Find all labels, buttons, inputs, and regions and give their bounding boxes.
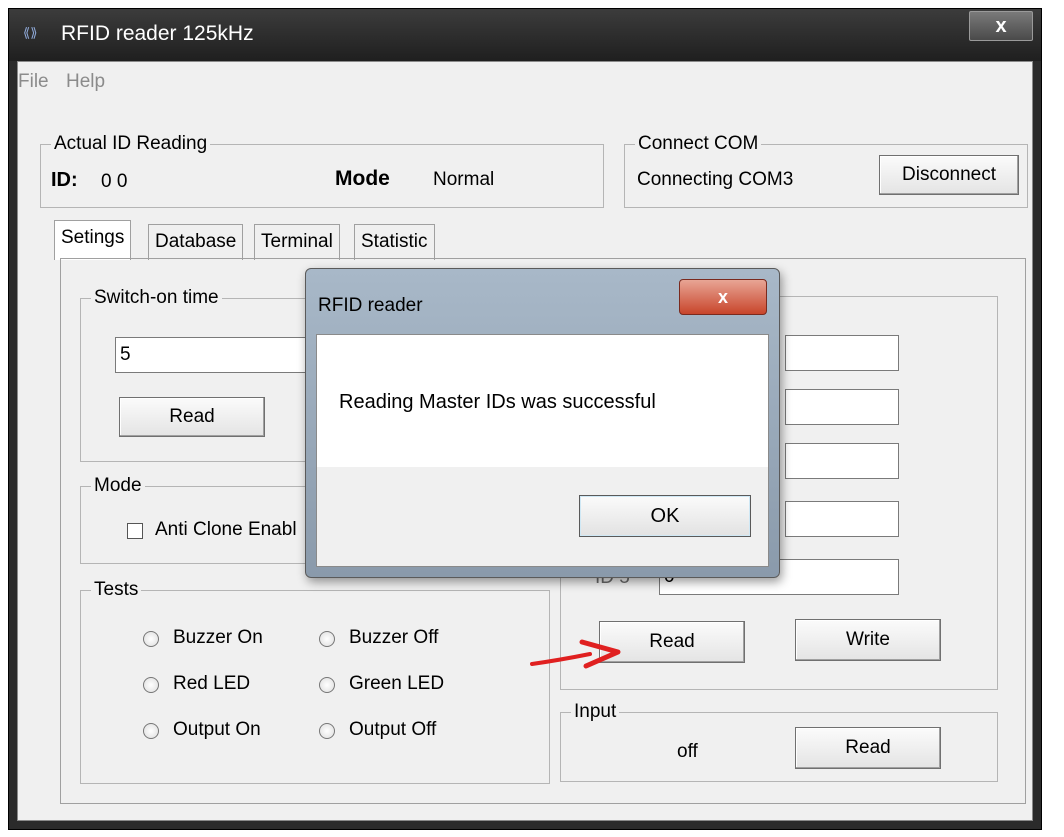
id-value: 0 0 bbox=[101, 171, 128, 192]
master-id-4-field[interactable] bbox=[785, 501, 899, 537]
mode-value: Normal bbox=[433, 169, 495, 190]
id-label: ID: bbox=[51, 169, 78, 191]
tab-database[interactable]: Database bbox=[148, 224, 244, 260]
dialog-close-button[interactable]: x bbox=[679, 279, 767, 315]
actual-id-group: Actual ID Reading ID: 0 0 Mode Normal bbox=[40, 133, 604, 208]
radio-red-led-label: Red LED bbox=[173, 673, 251, 694]
tab-setings[interactable]: Setings bbox=[54, 220, 132, 260]
tests-group-label: Tests bbox=[91, 579, 142, 601]
dialog-ok-button[interactable]: OK bbox=[579, 495, 751, 537]
connect-status: Connecting COM3 bbox=[637, 169, 794, 190]
dialog-title: RFID reader bbox=[318, 295, 423, 316]
switch-on-group-label: Switch-on time bbox=[91, 287, 222, 309]
radio-buzzer-off-label: Buzzer Off bbox=[349, 627, 439, 648]
message-dialog: RFID reader x Reading Master IDs was suc… bbox=[305, 268, 780, 578]
disconnect-button[interactable]: Disconnect bbox=[879, 155, 1019, 195]
master-id-1-field[interactable] bbox=[785, 335, 899, 371]
radio-output-off-label: Output Off bbox=[349, 719, 437, 740]
mode-label: Mode bbox=[335, 167, 390, 190]
dialog-message-area: Reading Master IDs was successful bbox=[317, 335, 768, 467]
master-id-2-field[interactable] bbox=[785, 389, 899, 425]
master-id-3-field[interactable] bbox=[785, 443, 899, 479]
radio-buzzer-off[interactable] bbox=[319, 631, 335, 647]
app-icon: ⟪⟫ bbox=[23, 25, 38, 40]
tab-statistic[interactable]: Statistic bbox=[354, 224, 435, 260]
input-group: Input off Read bbox=[560, 701, 998, 782]
input-group-label: Input bbox=[571, 701, 620, 723]
radio-output-on-label: Output On bbox=[173, 719, 261, 740]
radio-buzzer-on[interactable] bbox=[143, 631, 159, 647]
radio-green-led[interactable] bbox=[319, 677, 335, 693]
input-value: off bbox=[677, 741, 698, 762]
anti-clone-checkbox[interactable] bbox=[127, 523, 143, 539]
mode-group-label: Mode bbox=[91, 475, 145, 497]
radio-buzzer-on-label: Buzzer On bbox=[173, 627, 263, 648]
dialog-message: Reading Master IDs was successful bbox=[339, 391, 656, 413]
actual-id-group-label: Actual ID Reading bbox=[51, 133, 211, 155]
window-close-button[interactable]: x bbox=[969, 11, 1033, 41]
radio-red-led[interactable] bbox=[143, 677, 159, 693]
radio-output-off[interactable] bbox=[319, 723, 335, 739]
menu-help[interactable]: Help bbox=[66, 71, 105, 93]
menu-bar: File Help bbox=[18, 62, 1032, 98]
title-bar[interactable]: ⟪⟫ RFID reader 125kHz x bbox=[9, 9, 1041, 61]
switch-on-read-button[interactable]: Read bbox=[119, 397, 265, 437]
master-ids-write-button[interactable]: Write bbox=[795, 619, 941, 661]
connect-com-group-label: Connect COM bbox=[635, 133, 762, 155]
tests-group: Tests Buzzer On Buzzer Off Red LED Green… bbox=[80, 579, 550, 784]
anti-clone-label: Anti Clone Enabl bbox=[155, 519, 297, 540]
tab-terminal[interactable]: Terminal bbox=[254, 224, 340, 260]
radio-output-on[interactable] bbox=[143, 723, 159, 739]
input-read-button[interactable]: Read bbox=[795, 727, 941, 769]
radio-green-led-label: Green LED bbox=[349, 673, 445, 694]
menu-file[interactable]: File bbox=[18, 71, 49, 93]
window-title: RFID reader 125kHz bbox=[61, 22, 254, 45]
connect-com-group: Connect COM Connecting COM3 Disconnect bbox=[624, 133, 1028, 208]
dialog-body: Reading Master IDs was successful OK bbox=[316, 334, 769, 567]
annotation-arrow-icon bbox=[530, 639, 621, 669]
